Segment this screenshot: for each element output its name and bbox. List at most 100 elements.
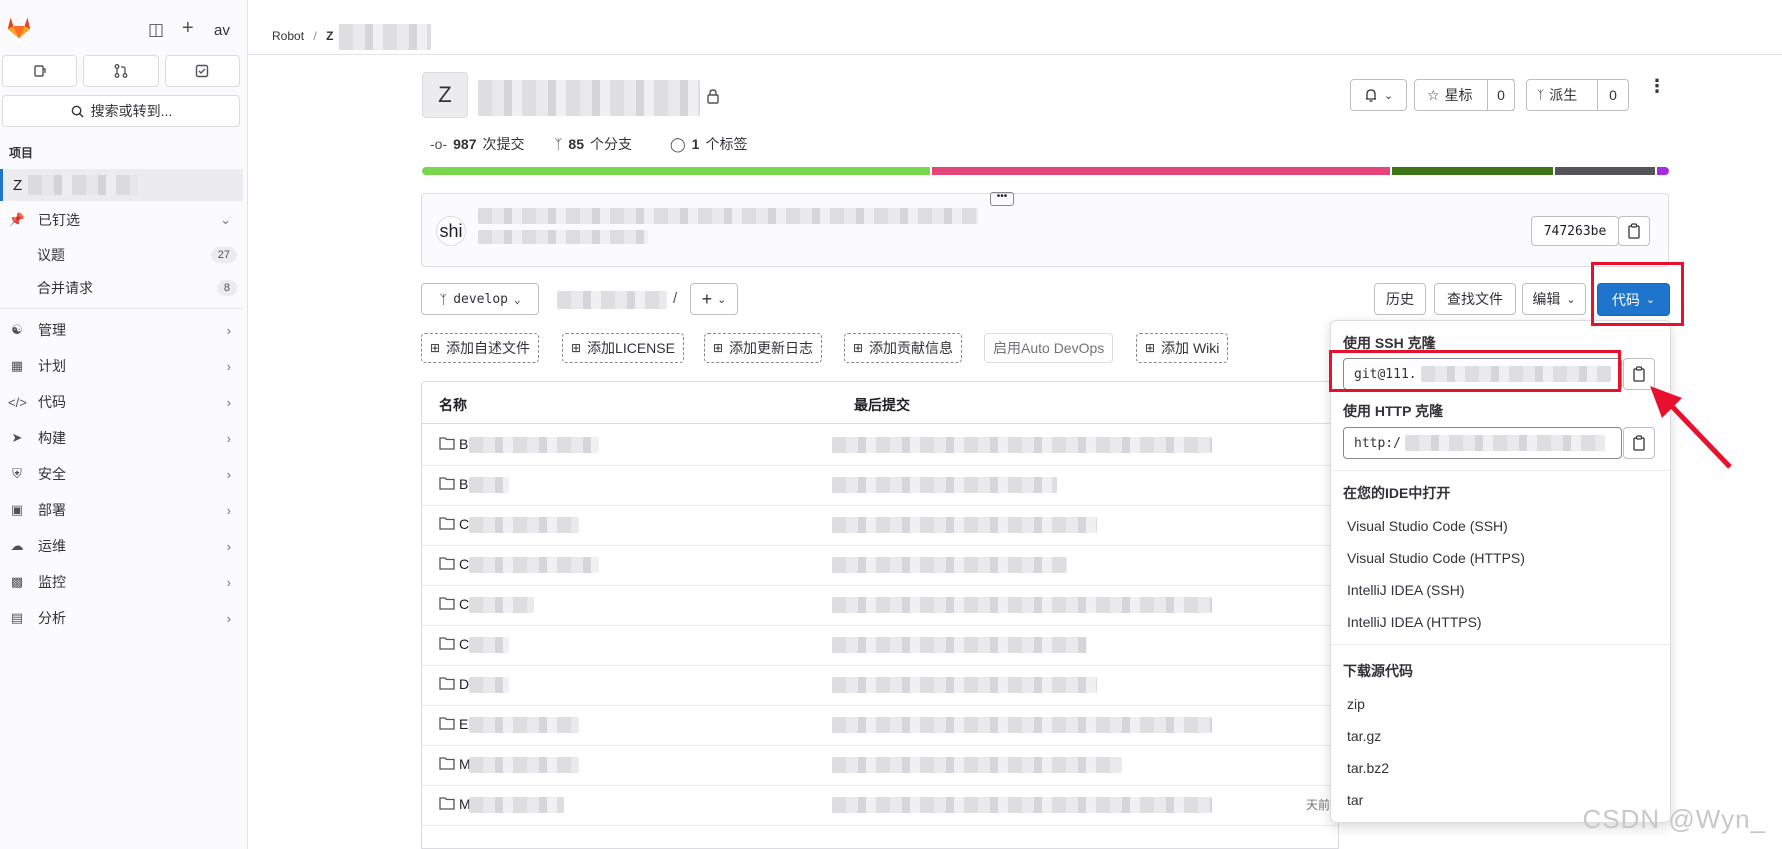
plus-icon[interactable]: + xyxy=(182,17,194,40)
table-row[interactable]: M 天前 xyxy=(422,784,1338,826)
tags-stat[interactable]: ◯ 1 个标签 xyxy=(670,134,747,154)
sidebar-toggle-icon[interactable]: ◫ xyxy=(148,20,164,40)
fork-button[interactable]: ᛉ 派生 xyxy=(1526,79,1598,111)
redacted-commit-title xyxy=(478,208,978,224)
open-vscode-https[interactable]: Visual Studio Code (HTTPS) xyxy=(1347,550,1525,566)
file-name[interactable]: E xyxy=(459,716,468,732)
table-row[interactable]: C xyxy=(422,584,1338,626)
sidebar-item-label: 分析 xyxy=(38,610,66,626)
sidebar-item-security[interactable]: ⛨ 安全 › xyxy=(0,459,243,489)
language-segment[interactable] xyxy=(1656,167,1669,175)
file-name[interactable]: B xyxy=(459,476,468,492)
add-contributing-button[interactable]: ⊞ 添加贡献信息 xyxy=(844,333,963,363)
sidebar-item-pinned[interactable]: 📌 已钉选 ⌄ xyxy=(0,205,243,235)
plus-icon: + xyxy=(701,288,713,309)
current-project-item[interactable]: Z xyxy=(0,169,243,201)
copy-sha-button[interactable] xyxy=(1618,216,1650,246)
file-name[interactable]: B xyxy=(459,436,468,452)
table-row[interactable]: C xyxy=(422,624,1338,666)
edit-button[interactable]: 编辑 ⌄ xyxy=(1522,283,1586,315)
sidebar-item-build[interactable]: ➤ 构建 › xyxy=(0,423,243,453)
file-name[interactable]: C xyxy=(459,596,469,612)
pinned-label: 已钉选 xyxy=(38,212,80,228)
quick-action-label: 添加 Wiki xyxy=(1161,340,1220,356)
enable-auto-devops-button[interactable]: 启用Auto DevOps xyxy=(984,333,1114,363)
folder-icon xyxy=(439,596,455,613)
bell-icon xyxy=(1365,88,1376,102)
language-segment[interactable] xyxy=(931,167,1391,175)
open-intellij-https[interactable]: IntelliJ IDEA (HTTPS) xyxy=(1347,614,1482,630)
sidebar-item-merge-requests[interactable]: 合并请求 8 xyxy=(37,273,237,303)
table-row[interactable]: C xyxy=(422,504,1338,546)
table-row[interactable]: C xyxy=(422,544,1338,586)
language-segment[interactable] xyxy=(1555,167,1655,175)
gitlab-logo-icon[interactable] xyxy=(5,12,33,42)
fork-label: 派生 xyxy=(1549,87,1578,103)
issues-tab[interactable] xyxy=(2,55,78,87)
commit-author-avatar[interactable]: shi xyxy=(436,216,466,246)
todo-check-icon xyxy=(196,64,209,78)
file-name[interactable]: C xyxy=(459,556,469,572)
table-row[interactable]: D xyxy=(422,664,1338,706)
sidebar-item-operate[interactable]: ☁ 运维 › xyxy=(0,531,243,561)
plus-square-icon: ⊞ xyxy=(430,341,441,355)
table-row[interactable]: E xyxy=(422,704,1338,746)
add-readme-button[interactable]: ⊞ 添加自述文件 xyxy=(421,333,540,363)
chevron-down-icon: ⌄ xyxy=(513,292,521,306)
sidebar-item-issues[interactable]: 议题 27 xyxy=(37,240,237,270)
folder-icon xyxy=(439,556,455,573)
branches-stat[interactable]: ᛉ 85 个分支 xyxy=(554,134,632,154)
sidebar-item-deploy[interactable]: ▣ 部署 › xyxy=(0,495,243,525)
more-actions-icon[interactable]: ⋮ xyxy=(1648,77,1666,95)
sidebar-item-analyze[interactable]: ▤ 分析 › xyxy=(0,603,243,633)
file-name[interactable]: D xyxy=(459,676,469,692)
http-clone-url-input[interactable]: http:/ xyxy=(1343,427,1622,459)
file-name[interactable]: C xyxy=(459,516,469,532)
find-file-button[interactable]: 查找文件 xyxy=(1434,283,1516,315)
sidebar-item-plan[interactable]: ▦ 计划 › xyxy=(0,351,243,381)
search-button[interactable]: 搜索或转到... xyxy=(2,95,240,127)
breadcrumb: Robot / Z xyxy=(272,24,431,50)
table-row[interactable]: B xyxy=(422,424,1338,466)
download-tar-gz[interactable]: tar.gz xyxy=(1347,728,1381,744)
sidebar-item-code[interactable]: </> 代码 › xyxy=(0,387,243,417)
file-name[interactable]: C xyxy=(459,636,469,652)
fork-count[interactable]: 0 xyxy=(1597,79,1629,111)
branch-selector[interactable]: ᛉ develop ⌄ xyxy=(421,283,539,315)
open-vscode-ssh[interactable]: Visual Studio Code (SSH) xyxy=(1347,518,1508,534)
tag-icon: ◯ xyxy=(670,135,686,152)
sidebar-item-monitor[interactable]: ▩ 监控 › xyxy=(0,567,243,597)
table-row[interactable]: M xyxy=(422,744,1338,786)
chevron-down-icon: ⌄ xyxy=(220,212,231,227)
sidebar-item-manage[interactable]: ☯ 管理 › xyxy=(0,315,243,345)
merge-requests-tab[interactable] xyxy=(83,55,159,87)
commit-sha[interactable]: 747263be xyxy=(1531,216,1619,246)
chevron-right-icon: › xyxy=(226,322,231,338)
user-avatar[interactable]: av xyxy=(214,22,230,39)
download-tar-bz2[interactable]: tar.bz2 xyxy=(1347,760,1389,776)
add-license-button[interactable]: ⊞ 添加LICENSE xyxy=(562,333,684,363)
add-to-tree-button[interactable]: + ⌄ xyxy=(690,283,738,315)
open-intellij-ssh[interactable]: IntelliJ IDEA (SSH) xyxy=(1347,582,1464,598)
expand-commit-icon[interactable]: ••• xyxy=(990,192,1014,206)
download-tar[interactable]: tar xyxy=(1347,792,1363,808)
redacted-file-name xyxy=(469,557,599,573)
redacted-commit-message xyxy=(832,557,1067,573)
add-wiki-button[interactable]: ⊞ 添加 Wiki xyxy=(1136,333,1229,363)
breadcrumb-project[interactable]: Z xyxy=(326,29,333,43)
language-segment[interactable] xyxy=(422,167,930,175)
history-button[interactable]: 历史 xyxy=(1374,283,1426,315)
download-zip[interactable]: zip xyxy=(1347,696,1365,712)
branch-icon: ᛉ xyxy=(554,136,563,152)
notifications-button[interactable]: ⌄ xyxy=(1350,79,1407,111)
table-row[interactable]: B xyxy=(422,464,1338,506)
sidebar-item-label: 安全 xyxy=(38,466,66,482)
commits-stat[interactable]: -o- 987 次提交 xyxy=(430,134,524,154)
star-icon: ☆ xyxy=(1427,86,1440,103)
star-count[interactable]: 0 xyxy=(1487,79,1515,111)
todos-tab[interactable] xyxy=(164,55,240,87)
breadcrumb-root[interactable]: Robot xyxy=(272,29,304,43)
redacted-commit-message xyxy=(832,757,1122,773)
add-changelog-button[interactable]: ⊞ 添加更新日志 xyxy=(704,333,823,363)
language-segment[interactable] xyxy=(1392,167,1554,175)
